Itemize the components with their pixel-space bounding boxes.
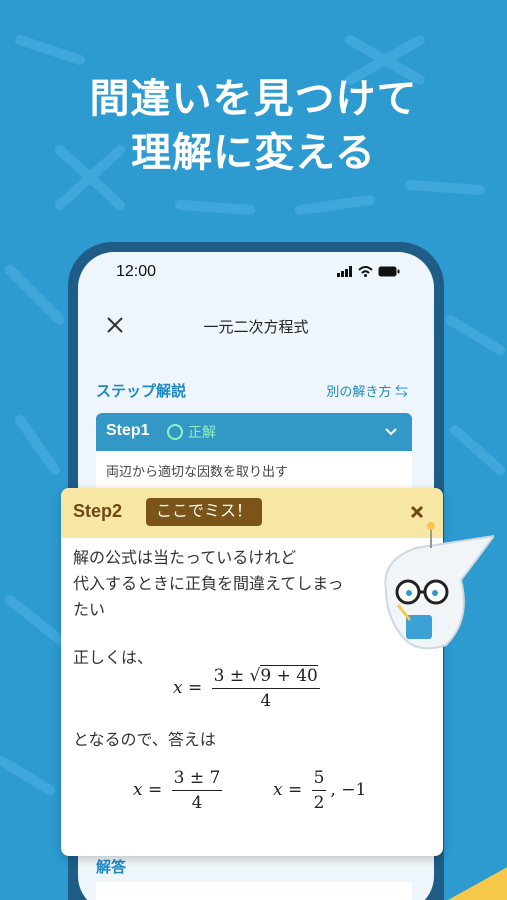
status-icons <box>337 266 400 277</box>
eq3-lhs: x = <box>273 780 303 800</box>
card-explanation: 解の公式は当たっているけれど 代入するときに正負を間違えてしまっ たい <box>73 546 393 624</box>
eq2-lhs: x = <box>133 780 163 800</box>
eq1-radicand: 9 + 40 <box>260 665 318 686</box>
mistake-badge: ここでミス！ <box>146 498 263 526</box>
alternative-solution-link[interactable]: 別の解き方 ⇆ <box>326 381 408 400</box>
step1-status: 正解 <box>166 422 216 442</box>
answer-box <box>96 882 412 900</box>
headline: 間違いを見つけて 理解に変える <box>0 72 507 180</box>
step1-label: Step1 <box>106 422 150 439</box>
step1-description: 両辺から適切な因数を取り出す <box>106 464 289 479</box>
close-icon[interactable] <box>409 504 425 520</box>
correct-prefix: 正しくは、 <box>73 650 154 667</box>
page-title: 一元二次方程式 <box>203 319 309 336</box>
section-title: ステップ解説 <box>96 383 187 400</box>
explanation-line-3: たい <box>73 602 106 619</box>
conclusion-text: となるので、答えは <box>73 732 216 749</box>
eq1-numerator-prefix: 3 ± <box>213 666 245 686</box>
eq3-tail: , −1 <box>330 780 367 800</box>
correct-equation: x = 3 ± √9 + 40 4 <box>173 665 320 711</box>
step1-body: 両辺から適切な因数を取り出す <box>96 451 412 491</box>
eq3-numerator: 5 <box>311 768 327 791</box>
eq1-lhs: x = <box>173 678 203 698</box>
eq2-numerator: 3 ± 7 <box>171 768 223 791</box>
battery-icon <box>378 266 400 277</box>
explanation-line-1: 解の公式は当たっているけれど <box>73 550 297 567</box>
status-time: 12:00 <box>116 263 157 280</box>
headline-line-2: 理解に変える <box>131 130 376 176</box>
step1-header[interactable]: Step1 正解 <box>96 413 412 451</box>
eq2-denominator: 4 <box>191 793 203 813</box>
headline-line-1: 間違いを見つけて <box>89 76 418 122</box>
explanation-line-2: 代入するときに正負を間違えてしまっ <box>73 576 344 593</box>
chevron-down-icon[interactable] <box>384 427 398 437</box>
wifi-icon <box>358 266 373 277</box>
card-step-label: Step2 <box>73 501 123 521</box>
circle-icon <box>167 424 183 440</box>
eq1-denominator: 4 <box>260 691 272 711</box>
answer-equation-1: x = 3 ± 74 <box>133 768 226 813</box>
answer-equation-2: x = 52, −1 <box>273 768 366 813</box>
mascot-character <box>384 522 494 650</box>
decorative-stripe <box>448 867 507 900</box>
signal-icon <box>337 266 352 277</box>
answer-label: 解答 <box>96 859 127 876</box>
eq3-denominator: 2 <box>313 793 325 813</box>
step1-status-text: 正解 <box>188 424 216 440</box>
